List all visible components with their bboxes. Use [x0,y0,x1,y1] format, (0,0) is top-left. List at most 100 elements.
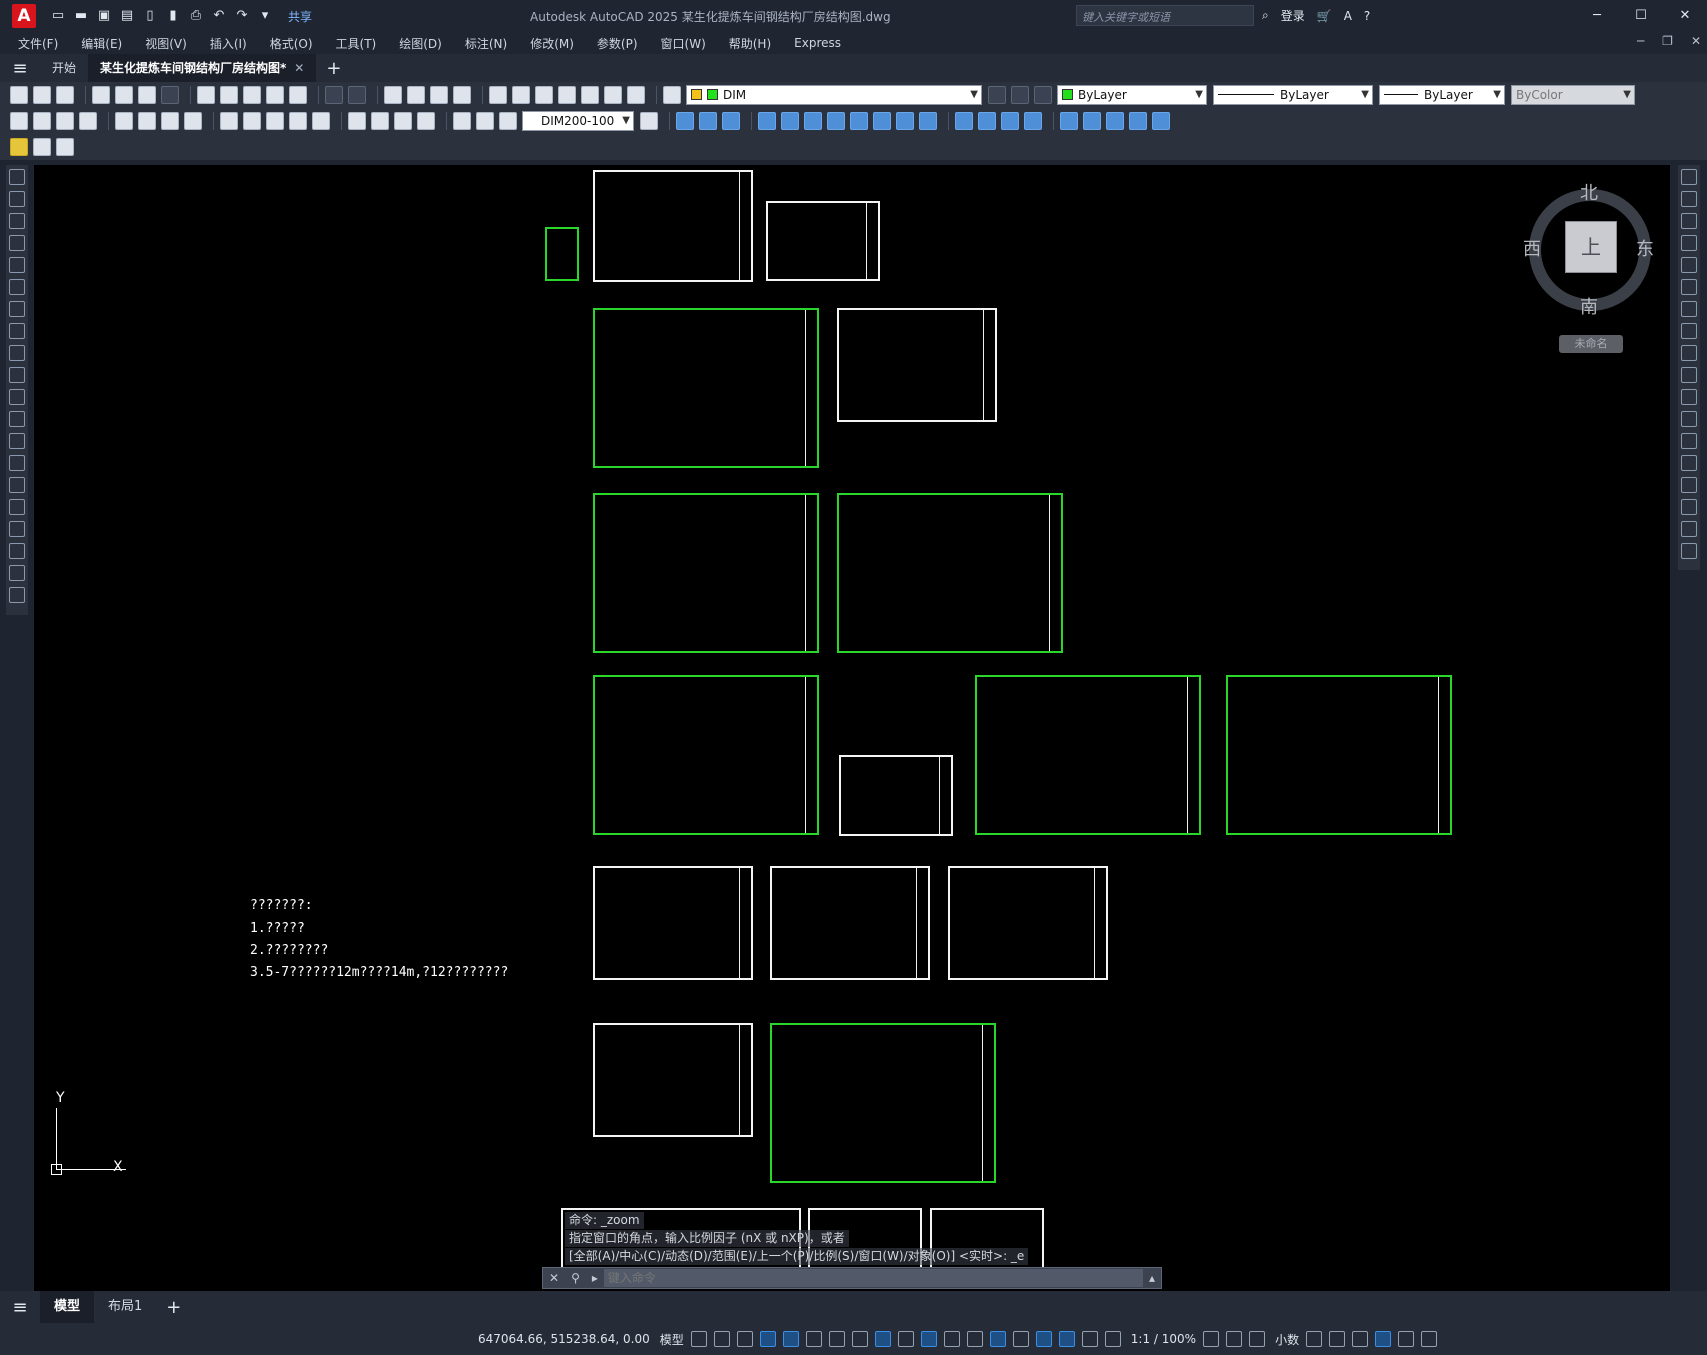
zoom-window-icon[interactable] [430,86,448,104]
search-input[interactable]: 键入关键字或短语 [1076,5,1254,26]
menu-item[interactable]: 工具(T) [336,35,389,52]
scale-icon[interactable] [1681,323,1697,339]
menu-item[interactable]: 编辑(E) [81,35,134,52]
drawing-canvas[interactable]: ???????: 1.????? 2.???????? 3.5-7??????1… [34,165,1670,1291]
rotate-icon[interactable] [1681,301,1697,317]
modify-tool-15-icon[interactable] [1024,112,1042,130]
gradient-icon[interactable] [9,499,25,515]
dimension-break-icon[interactable] [312,112,330,130]
minimize-icon[interactable]: ─ [1575,0,1619,32]
search-icon[interactable]: ⌕ [1262,8,1269,23]
cut-icon[interactable] [197,86,215,104]
new-layout-icon[interactable]: + [166,1297,181,1318]
hatch-icon[interactable] [9,477,25,493]
viewcube-west[interactable]: 西 [1523,235,1541,261]
dynamic-input-icon[interactable] [759,1331,776,1347]
inspection-icon[interactable] [394,112,412,130]
modify-tool-13-icon[interactable] [978,112,996,130]
match-properties-icon[interactable] [266,86,284,104]
move-icon[interactable] [1681,279,1697,295]
qnew-icon[interactable] [10,86,28,104]
modify-tool-12-icon[interactable] [955,112,973,130]
tab-model[interactable]: 模型 [40,1291,95,1323]
annotation-visibility-icon[interactable] [1058,1331,1075,1347]
menu-item[interactable]: 标注(N) [465,35,519,52]
plot-icon[interactable]: ⎙ [188,8,204,24]
ellipse-icon[interactable] [9,367,25,383]
calculator-icon[interactable] [604,86,622,104]
modify-tool-20-icon[interactable] [1152,112,1170,130]
lineweight-dropdown[interactable]: ByLayer ▼ [1379,85,1505,105]
diameter-dimension-icon[interactable] [161,112,179,130]
modify-tool-14-icon[interactable] [1001,112,1019,130]
modify-tool-7-icon[interactable] [827,112,845,130]
redo-tool-icon[interactable] [348,86,366,104]
isometric-icon[interactable] [828,1331,845,1347]
array-icon[interactable] [1681,257,1697,273]
annotation-monitor-icon[interactable] [1226,1331,1243,1347]
dimension-style-icon[interactable] [640,112,658,130]
modify-tool-17-icon[interactable] [1083,112,1101,130]
autocad-logo-icon[interactable]: A [12,4,36,28]
dimension-edit-icon[interactable] [453,112,471,130]
external-reference-icon[interactable] [56,138,74,156]
3d-osnap-icon[interactable] [966,1331,983,1347]
lineweight-icon[interactable] [897,1331,914,1347]
customize-dropdown-icon[interactable]: ▾ [257,8,273,24]
polar-tracking-icon[interactable] [805,1331,822,1347]
ordinate-dimension-icon[interactable] [79,112,97,130]
grid-icon[interactable] [690,1331,707,1347]
infer-constraints-icon[interactable] [736,1331,753,1347]
units-icon[interactable] [1249,1331,1266,1347]
jogged-dimension-icon[interactable] [138,112,156,130]
new-tab-icon[interactable]: + [326,58,341,79]
paste-icon[interactable] [243,86,261,104]
stretch-icon[interactable] [1681,345,1697,361]
dimstyle-dropdown[interactable]: DIM200-100 ▼ [522,111,634,131]
rectangle-icon[interactable] [9,257,25,273]
autodesk-app-icon[interactable]: A [1344,9,1352,23]
menu-item[interactable]: 修改(M) [530,35,586,52]
menu-item[interactable]: 窗口(W) [661,35,718,52]
drawing-sheet[interactable] [837,493,1063,653]
point-icon[interactable] [9,455,25,471]
arc-length-icon[interactable] [56,112,74,130]
layout-menu-icon[interactable]: ≡ [0,1297,40,1318]
isolate-objects-icon[interactable] [1352,1331,1369,1347]
modify-tool-10-icon[interactable] [896,112,914,130]
blend-curves-icon[interactable] [1681,521,1697,537]
polygon-icon[interactable] [9,235,25,251]
plot-tool-icon[interactable] [92,86,110,104]
modify-tool-6-icon[interactable] [804,112,822,130]
gizmo-icon[interactable] [1035,1331,1052,1347]
insert-icon[interactable] [9,411,25,427]
layer-states-icon[interactable] [1034,86,1052,104]
drawing-sheet[interactable] [593,170,753,282]
layer-previous-icon[interactable] [1011,86,1029,104]
table-icon[interactable] [9,543,25,559]
modify-tool-2-icon[interactable] [699,112,717,130]
drawing-sheet[interactable] [1226,675,1452,835]
dimension-space-icon[interactable] [289,112,307,130]
tab-layout1[interactable]: 布局1 [94,1291,156,1323]
copy-object-icon[interactable] [1681,191,1697,207]
join-icon[interactable] [1681,455,1697,471]
doc-minimize-icon[interactable]: ─ [1637,34,1644,48]
object-snap-tracking-icon[interactable] [851,1331,868,1347]
mirror-icon[interactable] [1681,213,1697,229]
properties-icon[interactable] [489,86,507,104]
copy-icon[interactable] [220,86,238,104]
new-file-icon[interactable]: ▭ [50,8,66,24]
chamfer-icon[interactable] [1681,477,1697,493]
snap-icon[interactable] [713,1331,730,1347]
dimension-text-edit-icon[interactable] [476,112,494,130]
recent-commands-icon[interactable]: ▸ [592,1271,598,1285]
pan-icon[interactable] [384,86,402,104]
save-icon[interactable]: ▣ [96,8,112,24]
drawing-sheet[interactable] [948,866,1108,980]
sheet-set-icon[interactable] [558,86,576,104]
lock-ui-icon[interactable] [1329,1331,1346,1347]
trim-icon[interactable] [1681,367,1697,383]
redo-icon[interactable]: ↷ [234,8,250,24]
cart-icon[interactable]: 🛒 [1317,9,1332,23]
